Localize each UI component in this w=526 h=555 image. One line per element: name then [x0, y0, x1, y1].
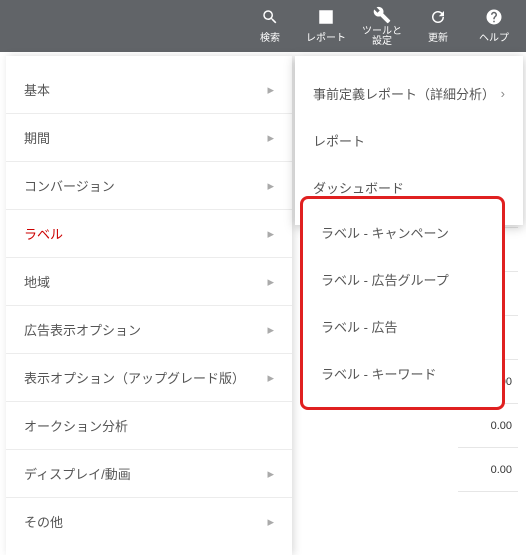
chevron-right-icon: ▸ — [267, 322, 274, 338]
left-menu-item[interactable]: コンバージョン ▸ — [6, 162, 292, 210]
toolbar-refresh[interactable]: 更新 — [410, 0, 466, 52]
left-menu-item-label: ディスプレイ/動画 — [24, 464, 131, 483]
left-menu-item-label: 広告表示オプション — [24, 320, 141, 339]
left-menu-item-label: その他 — [24, 512, 63, 531]
submenu-item[interactable]: ラベル - 広告 — [303, 303, 502, 350]
left-menu-item-label: 期間 — [24, 128, 50, 147]
toolbar-search[interactable]: 検索 — [242, 0, 298, 52]
popover-item[interactable]: レポート — [295, 117, 523, 164]
chevron-right-icon: ▸ — [267, 466, 274, 482]
refresh-icon — [429, 8, 447, 26]
submenu-item[interactable]: ラベル - 広告グループ — [303, 256, 502, 303]
toolbar-label: 更新 — [428, 29, 448, 44]
top-toolbar: 検索 レポート ツールと 設定 更新 ヘルプ — [0, 0, 526, 52]
left-menu-item-label: ラベル — [24, 224, 63, 243]
left-menu-item[interactable]: 地域 ▸ — [6, 258, 292, 306]
data-cell: 0.00 — [458, 448, 518, 492]
chevron-right-icon: ▸ — [267, 370, 274, 386]
left-menu-item-label: 地域 — [24, 272, 50, 291]
left-menu-item-label: 表示オプション（アップグレード版） — [24, 368, 245, 387]
chart-icon — [317, 8, 335, 26]
popover-item-label: レポート — [313, 131, 365, 150]
toolbar-label: 検索 — [260, 29, 280, 44]
left-menu-item[interactable]: 基本 ▸ — [6, 66, 292, 114]
chevron-right-icon: › — [501, 86, 505, 101]
toolbar-help[interactable]: ヘルプ — [466, 0, 522, 52]
predefined-reports-menu: 基本▸期間▸コンバージョン▸ラベル▸地域▸広告表示オプション▸表示オプション（ア… — [6, 56, 292, 555]
label-submenu: ラベル - キャンペーンラベル - 広告グループラベル - 広告ラベル - キー… — [300, 196, 505, 410]
submenu-item[interactable]: ラベル - キャンペーン — [303, 209, 502, 256]
left-menu-item-label: 基本 — [24, 80, 50, 99]
chevron-right-icon: ▸ — [267, 226, 274, 242]
left-menu-item[interactable]: オークション分析▸ — [6, 402, 292, 450]
chevron-right-icon: ▸ — [267, 82, 274, 98]
toolbar-label: レポート — [306, 29, 346, 44]
chevron-right-icon: ▸ — [267, 274, 274, 290]
left-menu-item[interactable]: 表示オプション（アップグレード版） ▸ — [6, 354, 292, 402]
left-menu-item[interactable]: ラベル ▸ — [6, 210, 292, 258]
left-menu-item[interactable]: その他 ▸ — [6, 498, 292, 545]
left-menu-item[interactable]: 期間 ▸ — [6, 114, 292, 162]
toolbar-tools[interactable]: ツールと 設定 — [354, 0, 410, 52]
toolbar-label: ヘルプ — [479, 29, 509, 44]
popover-item-label: ダッシュボード — [313, 178, 404, 197]
popover-item-label: 事前定義レポート（詳細分析） — [313, 84, 495, 103]
left-menu-item[interactable]: 広告表示オプション ▸ — [6, 306, 292, 354]
toolbar-label: ツールと 設定 — [362, 27, 402, 47]
chevron-right-icon: ▸ — [267, 514, 274, 530]
chevron-right-icon: ▸ — [267, 130, 274, 146]
toolbar-reports[interactable]: レポート — [298, 0, 354, 52]
data-cell: 0.00 — [458, 404, 518, 448]
chevron-right-icon: ▸ — [267, 178, 274, 194]
help-icon — [485, 8, 503, 26]
left-menu-item-label: コンバージョン — [24, 176, 115, 195]
search-icon — [261, 8, 279, 26]
popover-item[interactable]: 事前定義レポート（詳細分析） › — [295, 70, 523, 117]
left-menu-item[interactable]: ディスプレイ/動画 ▸ — [6, 450, 292, 498]
left-menu-item-label: オークション分析 — [24, 416, 128, 435]
submenu-item[interactable]: ラベル - キーワード — [303, 350, 502, 397]
wrench-icon — [373, 6, 391, 24]
